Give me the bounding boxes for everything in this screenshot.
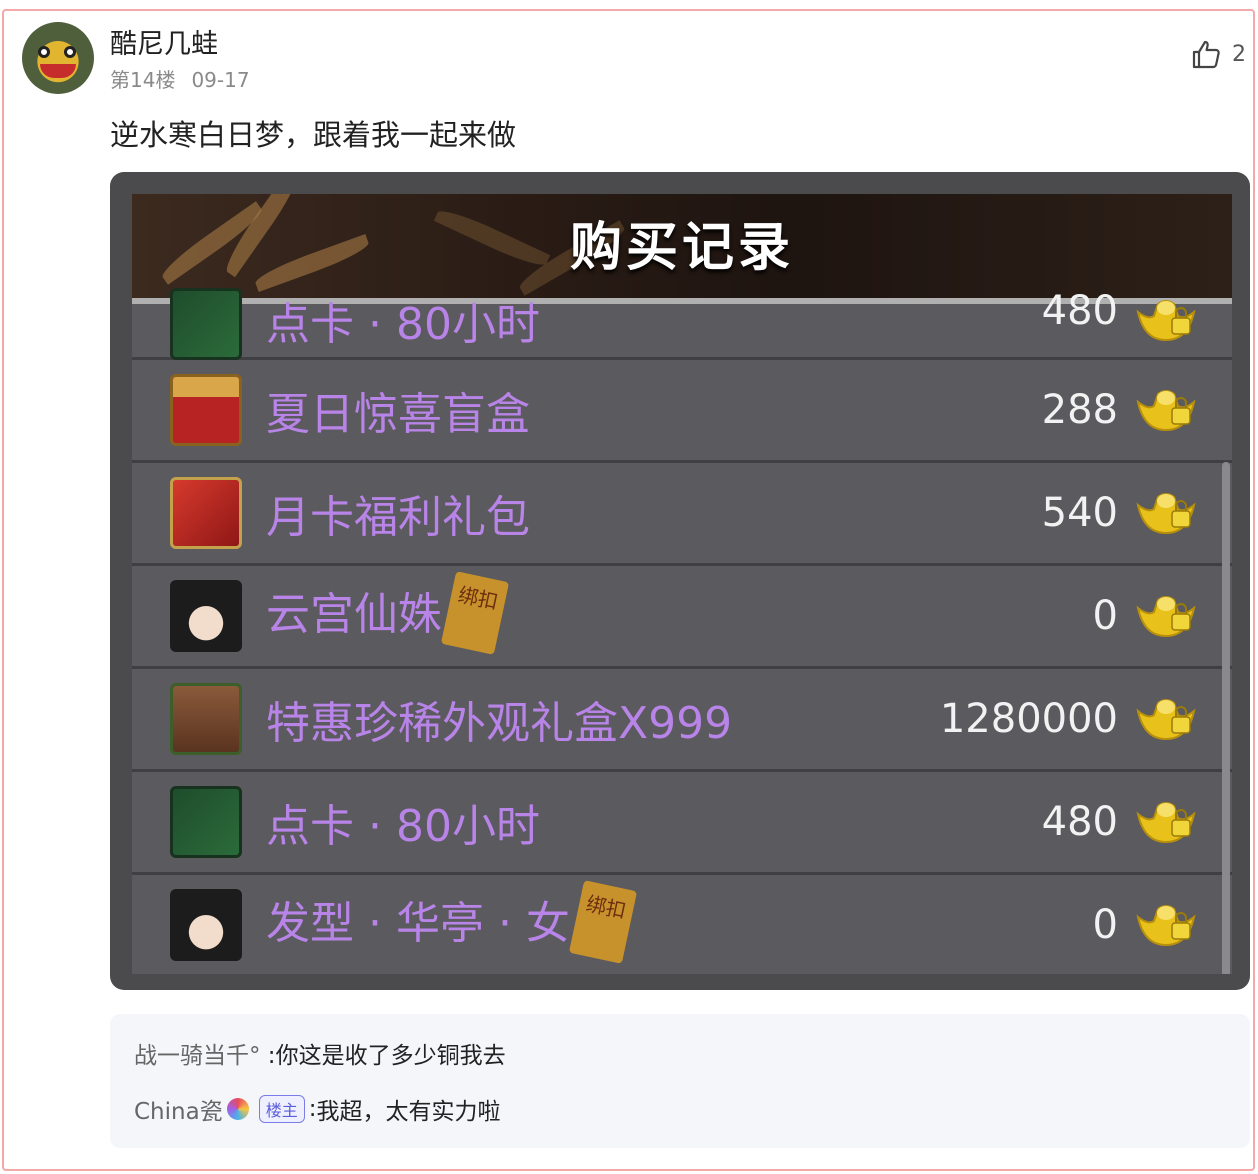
op-badge: 楼主 xyxy=(258,1095,305,1123)
item-name: 夏日惊喜盲盒 xyxy=(266,378,530,442)
reply-text: 我超，太有实力啦 xyxy=(316,1099,501,1125)
purchase-list: 点卡 · 80小时 480 夏日惊喜盲盒 288 月卡福利礼包 540 云宫仙姝 绑扣 0 特惠珍… xyxy=(132,288,1232,974)
item-price: 480 xyxy=(1041,799,1118,845)
avatar-eye-icon xyxy=(64,46,76,58)
item-name: 点卡 · 80小时 xyxy=(266,790,540,854)
reply-section: 战一骑当千° :你这是收了多少铜我去 China瓷 楼主: 我超，太有实力啦 xyxy=(110,1014,1250,1148)
purchase-row[interactable]: 点卡 · 80小时 480 xyxy=(132,288,1232,360)
reply-separator: : xyxy=(308,1096,317,1122)
purchase-history-window: 购买记录 点卡 · 80小时 480 夏日惊喜盲盒 288 月卡福利礼包 540 云宫仙姝绑… xyxy=(132,194,1232,974)
appearance-box-icon xyxy=(170,683,242,755)
character-portrait-icon xyxy=(170,580,242,652)
reply-author[interactable]: 战一骑当千° xyxy=(134,1043,261,1069)
item-name-text: 特惠珍稀外观礼盒X999 xyxy=(266,698,733,749)
item-name: 发型 · 华亭 · 女绑扣 xyxy=(266,880,638,964)
item-price: 288 xyxy=(1041,387,1118,433)
reply-item: 战一骑当千° :你这是收了多少铜我去 xyxy=(134,1036,506,1070)
post-meta: 第14楼 09-17 xyxy=(110,64,250,93)
item-name: 月卡福利礼包 xyxy=(266,481,530,545)
item-name: 特惠珍稀外观礼盒X999 xyxy=(266,687,732,751)
time-card-icon xyxy=(170,786,242,858)
gold-ingot-icon xyxy=(1136,493,1196,535)
item-price: 540 xyxy=(1041,490,1118,536)
item-price: 1280000 xyxy=(939,696,1118,742)
bound-tag-icon: 绑扣 xyxy=(440,571,510,655)
gift-box-icon xyxy=(170,477,242,549)
username[interactable]: 酷尼几蛙 xyxy=(110,22,218,61)
purchase-row[interactable]: 发型 · 华亭 · 女绑扣 0 xyxy=(132,875,1232,974)
time-card-icon xyxy=(170,288,242,360)
item-name: 点卡 · 80小时 xyxy=(266,288,540,352)
thumbs-up-icon xyxy=(1192,40,1220,69)
bound-tag-icon: 绑扣 xyxy=(568,880,638,964)
post-date: 09-17 xyxy=(191,68,250,92)
purchase-row[interactable]: 点卡 · 80小时 480 xyxy=(132,772,1232,875)
gold-ingot-icon xyxy=(1136,596,1196,638)
item-name: 云宫仙姝 绑扣 xyxy=(266,571,510,655)
reply-separator: : xyxy=(260,1043,276,1069)
hairstyle-portrait-icon xyxy=(170,889,242,961)
gold-ingot-icon xyxy=(1136,300,1196,342)
item-name-text: 发型 · 华亭 · 女 xyxy=(266,898,570,949)
item-name-text: 云宫仙姝 xyxy=(266,589,442,640)
reply-author[interactable]: China瓷 xyxy=(134,1092,223,1126)
gold-ingot-icon xyxy=(1136,390,1196,432)
gold-ingot-icon xyxy=(1136,905,1196,947)
like-count: 2 xyxy=(1232,41,1246,67)
item-price: 480 xyxy=(1041,288,1118,334)
item-name-text: 点卡 · 80小时 xyxy=(266,299,540,350)
item-name-text: 月卡福利礼包 xyxy=(266,492,530,543)
item-name-text: 点卡 · 80小时 xyxy=(266,801,540,852)
panel-header: 购买记录 xyxy=(132,194,1232,302)
scrollbar[interactable] xyxy=(1222,462,1230,974)
purchase-row[interactable]: 月卡福利礼包 540 xyxy=(132,463,1232,566)
post-text: 逆水寒白日梦，跟着我一起来做 xyxy=(110,118,517,152)
reply-text: 你这是收了多少铜我去 xyxy=(275,1043,506,1069)
panel-title: 购买记录 xyxy=(569,217,794,278)
purchase-row[interactable]: 特惠珍稀外观礼盒X999 1280000 xyxy=(132,669,1232,772)
item-name-text: 夏日惊喜盲盒 xyxy=(266,389,530,440)
avatar-eye-icon xyxy=(38,46,50,58)
game-screenshot: 购买记录 点卡 · 80小时 480 夏日惊喜盲盒 288 月卡福利礼包 540 云宫仙姝绑… xyxy=(110,172,1250,990)
purchase-row[interactable]: 夏日惊喜盲盒 288 xyxy=(132,360,1232,463)
lollipop-icon xyxy=(226,1098,249,1120)
gold-ingot-icon xyxy=(1136,699,1196,741)
item-price: 0 xyxy=(1092,902,1118,948)
floor-number: 第14楼 xyxy=(110,68,176,92)
like-button[interactable]: 2 xyxy=(1190,38,1258,70)
avatar-mouth-icon xyxy=(40,64,76,78)
gold-ingot-icon xyxy=(1136,802,1196,844)
purchase-row[interactable]: 云宫仙姝 绑扣 0 xyxy=(132,566,1232,669)
item-price: 0 xyxy=(1092,593,1118,639)
treasure-chest-icon xyxy=(170,374,242,446)
user-avatar[interactable] xyxy=(22,22,94,94)
reply-item: China瓷 楼主: 我超，太有实力啦 xyxy=(134,1092,500,1126)
